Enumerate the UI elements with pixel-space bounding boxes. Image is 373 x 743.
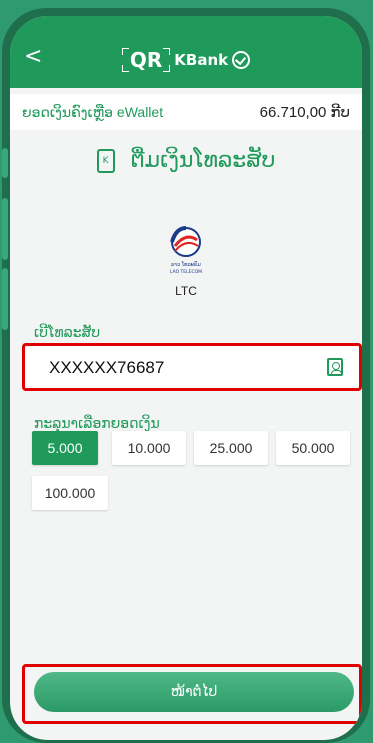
next-button[interactable]: ໜ້າຕໍ່ໄປ — [34, 672, 354, 712]
phone-number-input[interactable] — [49, 356, 299, 380]
svg-text:LAO TELECOM: LAO TELECOM — [170, 269, 202, 275]
balance-row: ຍອດເງິນຄົງເຫຼືອ eWallet 66.710,00 ກີບ — [10, 94, 362, 130]
amount-option-25000[interactable]: 25.000 — [194, 431, 268, 465]
kbank-mark-icon — [232, 51, 251, 69]
operator-logo-icon: ລາວ ໂທລະຄົມ LAO TELECOM — [170, 226, 202, 275]
amount-option-50000[interactable]: 50.000 — [276, 431, 350, 465]
side-button — [2, 198, 8, 260]
balance-label: ຍອດເງິນຄົງເຫຼືອ eWallet — [22, 103, 164, 120]
svg-text:ລາວ ໂທລະຄົມ: ລາວ ໂທລະຄົມ — [171, 261, 201, 268]
phone-number-highlight — [22, 343, 362, 391]
app-header: < QR KBank — [10, 16, 362, 88]
brand-logo: QR KBank — [10, 48, 362, 72]
amount-option-10000[interactable]: 10.000 — [112, 431, 186, 465]
amount-option-100000[interactable]: 100.000 — [32, 476, 108, 510]
app-screen: < QR KBank ຍອດເງິນຄົງເຫຼືອ eWallet 66.71… — [10, 16, 362, 740]
kbank-text: KBank — [174, 51, 229, 69]
phone-number-label: ເບີໂທລະສັບ — [34, 325, 101, 341]
qr-logo: QR — [121, 48, 171, 72]
phone-topup-icon: K — [96, 148, 115, 173]
operator-name: LTC — [175, 284, 197, 298]
contacts-icon[interactable] — [327, 358, 343, 376]
page-title-row: K ຕື່ມເງິນໂທລະສັບ — [10, 148, 362, 173]
side-button — [2, 148, 8, 178]
page-title: ຕື່ມເງິນໂທລະສັບ — [130, 148, 276, 173]
balance-value: 66.710,00 ກີບ — [259, 104, 350, 121]
side-button — [2, 268, 8, 330]
amount-label: ກະລຸນາເລືອກຍອດເງິນ — [34, 416, 160, 432]
qr-text: QR — [129, 48, 163, 72]
amount-option-5000[interactable]: 5.000 — [32, 431, 98, 465]
